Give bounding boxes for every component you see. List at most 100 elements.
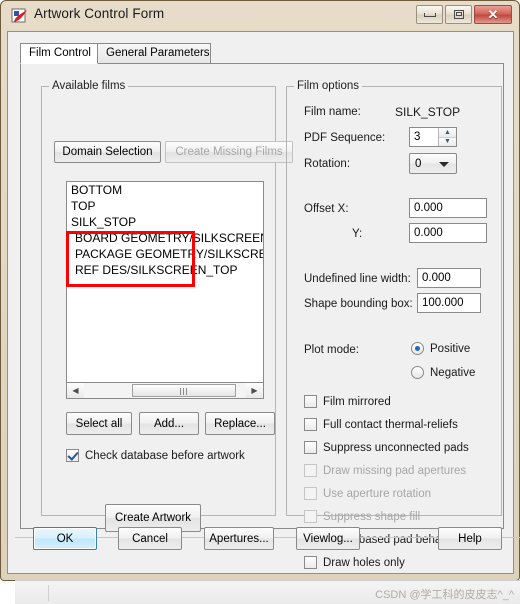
checkbox-icon[interactable] — [304, 395, 317, 408]
checkbox-icon — [304, 464, 317, 477]
create-artwork-label: Create Artwork — [114, 512, 192, 524]
checkbox-icon — [304, 487, 317, 500]
viewlog-label: Viewlog... — [303, 532, 353, 545]
help-label: Help — [458, 532, 482, 545]
maximize-icon — [453, 10, 464, 19]
film-mirrored-checkbox[interactable]: Film mirrored — [304, 395, 391, 408]
plot-mode-positive-radio[interactable]: Positive — [411, 342, 470, 355]
available-films-listbox[interactable]: BOTTOM TOP SILK_STOP BOARD GEOMETRY/SILK… — [66, 181, 264, 386]
tab-film-control-label: Film Control — [29, 47, 91, 59]
use-aperture-rotation-label: Use aperture rotation — [323, 487, 432, 500]
rotation-dropdown[interactable]: 0 — [409, 153, 457, 174]
minimize-icon — [423, 12, 436, 17]
artwork-control-window: Artwork Control Form ✕ Film Control Gene… — [0, 0, 520, 604]
shape-bounding-box-input[interactable]: 100.000 — [417, 293, 481, 313]
title-bar[interactable]: Artwork Control Form ✕ — [1, 1, 519, 31]
viewlog-button[interactable]: Viewlog... — [296, 527, 360, 550]
create-missing-films-button: Create Missing Films — [165, 141, 293, 163]
listbox-horizontal-scrollbar[interactable]: ◀ ▶ — [66, 382, 264, 399]
plot-mode-negative-radio[interactable]: Negative — [411, 366, 475, 379]
tab-general-parameters-label: General Parameters — [106, 47, 210, 59]
plot-mode-negative-label: Negative — [430, 366, 476, 379]
select-all-button[interactable]: Select all — [66, 412, 132, 435]
replace-label: Replace... — [214, 417, 266, 430]
draw-holes-only-label: Draw holes only — [323, 556, 405, 569]
ok-label: OK — [56, 532, 74, 545]
offset-x-value: 0.000 — [414, 202, 443, 214]
film-name-value: SILK_STOP — [395, 105, 461, 119]
film-name-label: Film name: — [304, 106, 361, 118]
close-button[interactable]: ✕ — [474, 5, 512, 24]
check-database-checkbox[interactable]: Check database before artwork — [66, 449, 245, 462]
replace-button[interactable]: Replace... — [205, 412, 275, 435]
suppress-unconnected-pads-checkbox[interactable]: Suppress unconnected pads — [304, 441, 469, 454]
list-item[interactable]: PACKAGE GEOMETRY/SILKSCREEN_TOP — [67, 246, 263, 262]
status-bar-divider — [48, 585, 49, 601]
full-contact-thermal-reliefs-checkbox[interactable]: Full contact thermal-reliefs — [304, 418, 458, 431]
scrollbar-thumb[interactable] — [132, 384, 236, 397]
radio-icon[interactable] — [411, 342, 424, 355]
rotation-value: 0 — [415, 157, 422, 170]
select-all-label: Select all — [75, 417, 123, 430]
film-options-group-title: Film options — [294, 80, 362, 92]
checkbox-icon[interactable] — [304, 556, 317, 569]
film-control-panel: Available films Domain Selection Create … — [20, 63, 504, 569]
cancel-label: Cancel — [132, 532, 168, 545]
check-database-label: Check database before artwork — [85, 449, 245, 462]
apertures-label: Apertures... — [209, 532, 269, 545]
apertures-button[interactable]: Apertures... — [204, 527, 274, 550]
shape-bounding-box-label: Shape bounding box: — [304, 298, 413, 310]
use-aperture-rotation-checkbox: Use aperture rotation — [304, 487, 431, 500]
offset-x-label: Offset X: — [304, 203, 349, 215]
add-button[interactable]: Add... — [139, 412, 199, 435]
list-item[interactable]: SILK_STOP — [67, 214, 263, 230]
draw-holes-only-checkbox[interactable]: Draw holes only — [304, 556, 405, 569]
checkbox-icon[interactable] — [304, 418, 317, 431]
rotation-label: Rotation: — [304, 158, 351, 170]
draw-missing-pad-apertures-label: Draw missing pad apertures — [323, 464, 467, 477]
scrollbar-track[interactable] — [84, 383, 246, 398]
radio-icon[interactable] — [411, 366, 424, 379]
minimize-button[interactable] — [416, 5, 443, 24]
list-item[interactable]: BOTTOM — [67, 182, 263, 198]
watermark-text: CSDN @学工科的皮皮志^_^ — [375, 589, 514, 601]
suppress-unconnected-pads-label: Suppress unconnected pads — [323, 441, 469, 454]
tab-strip: Film Control General Parameters — [20, 43, 504, 64]
ok-button[interactable]: OK — [33, 527, 97, 550]
pdf-sequence-value[interactable]: 3 — [410, 128, 438, 146]
checkbox-icon[interactable] — [304, 441, 317, 454]
offset-y-value: 0.000 — [414, 227, 443, 239]
plot-mode-label: Plot mode: — [304, 344, 359, 356]
list-item[interactable]: REF DES/SILKSCREEN_TOP — [67, 262, 263, 278]
list-item[interactable]: BOARD GEOMETRY/SILKSCREEN_TOP — [67, 230, 263, 246]
offset-y-input[interactable]: 0.000 — [409, 223, 487, 243]
list-item[interactable]: TOP — [67, 198, 263, 214]
tab-general-parameters[interactable]: General Parameters — [97, 43, 211, 64]
offset-y-label: Y: — [352, 228, 363, 240]
tab-film-control[interactable]: Film Control — [20, 43, 98, 64]
draw-missing-pad-apertures-checkbox: Draw missing pad apertures — [304, 464, 466, 477]
spin-up-icon[interactable]: ▲ — [439, 128, 456, 138]
pdf-sequence-label: PDF Sequence: — [304, 132, 386, 144]
add-label: Add... — [153, 417, 185, 430]
create-missing-films-label: Create Missing Films — [175, 146, 283, 158]
pdf-sequence-stepper[interactable]: 3 ▲ ▼ — [409, 127, 457, 147]
offset-x-input[interactable]: 0.000 — [409, 198, 487, 218]
help-button[interactable]: Help — [438, 527, 502, 550]
scroll-right-icon[interactable]: ▶ — [246, 383, 263, 398]
checkbox-icon — [304, 510, 317, 523]
domain-selection-button[interactable]: Domain Selection — [54, 141, 161, 163]
cancel-button[interactable]: Cancel — [118, 527, 182, 550]
window-title: Artwork Control Form — [34, 6, 165, 21]
chevron-down-icon[interactable] — [439, 161, 449, 167]
scroll-left-icon[interactable]: ◀ — [67, 383, 84, 398]
full-contact-thermal-reliefs-label: Full contact thermal-reliefs — [323, 418, 458, 431]
suppress-shape-fill-checkbox: Suppress shape fill — [304, 510, 420, 523]
checkbox-icon[interactable] — [66, 449, 79, 462]
domain-selection-label: Domain Selection — [62, 146, 153, 158]
spin-down-icon[interactable]: ▼ — [439, 137, 456, 146]
pdf-sequence-spin-buttons[interactable]: ▲ ▼ — [438, 128, 456, 146]
maximize-button[interactable] — [445, 5, 472, 24]
suppress-shape-fill-label: Suppress shape fill — [323, 510, 421, 523]
undefined-line-width-input[interactable]: 0.000 — [417, 268, 481, 288]
